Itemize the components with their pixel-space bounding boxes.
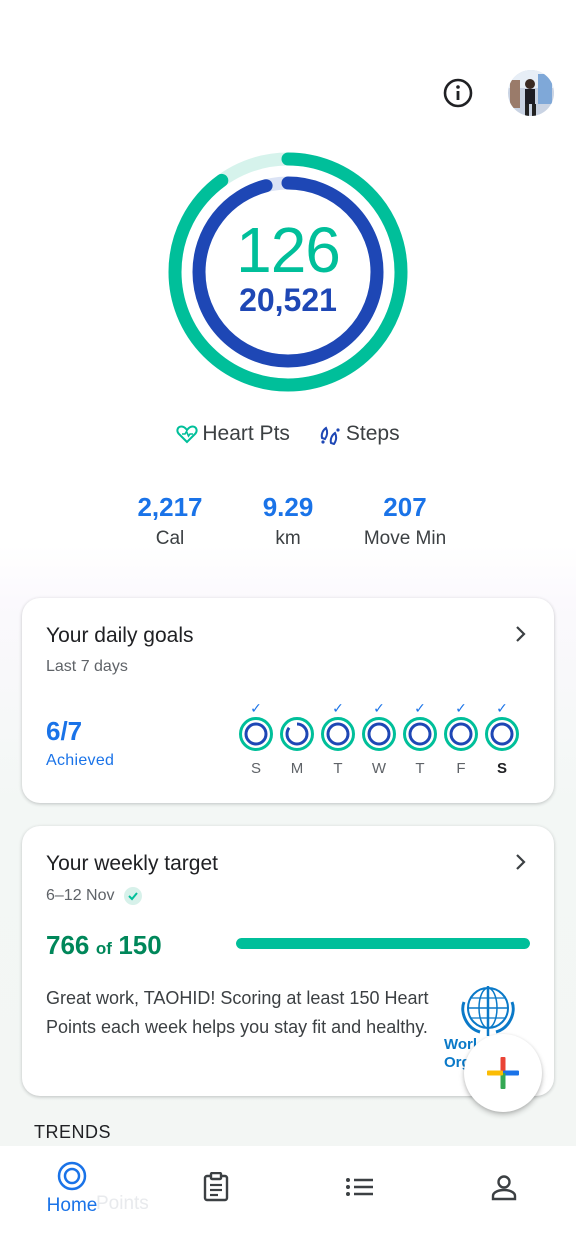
day-goal-5: ✓ F: [443, 700, 479, 777]
day-label: T: [415, 760, 425, 777]
nav-journal[interactable]: [144, 1146, 288, 1248]
profile-icon: [491, 1175, 517, 1201]
chevron-right-icon[interactable]: [514, 852, 528, 872]
steps-value: 20,521: [239, 282, 337, 318]
day-ring: [485, 717, 519, 751]
weekly-progress-bar: [236, 938, 530, 949]
day-ring: [280, 717, 314, 751]
weekly-score: 766 of 150: [46, 930, 162, 961]
day-goal-2: ✓ T: [320, 700, 356, 777]
legend-steps: Steps: [318, 422, 400, 446]
check-icon: ✓: [332, 700, 344, 716]
legend-heart-points: Heart Pts: [176, 422, 290, 446]
footsteps-icon: [320, 426, 340, 445]
check-icon: ✓: [414, 700, 426, 716]
daily-goals-subtitle: Last 7 days: [46, 658, 128, 675]
day-ring: [321, 717, 355, 751]
weekly-target-title: Your weekly target: [46, 852, 218, 875]
top-bar: [442, 70, 554, 116]
check-icon: ✓: [455, 700, 467, 716]
move-minutes-value: 207: [383, 492, 427, 522]
weekly-of: of: [95, 939, 112, 958]
weekly-progress-fill: [236, 938, 530, 949]
day-ring: [362, 717, 396, 751]
legend-heart-label: Heart Pts: [202, 422, 290, 445]
day-goal-4: ✓ T: [402, 700, 438, 777]
info-icon[interactable]: [442, 77, 474, 109]
nav-profile[interactable]: [432, 1146, 576, 1248]
browse-icon: [346, 1178, 373, 1196]
legend-steps-label: Steps: [345, 422, 400, 445]
day-label: S: [496, 760, 507, 777]
stat-move-minutes: 207 Move Min: [335, 493, 475, 550]
goals-achieved-count: 6/7: [46, 716, 83, 746]
move-minutes-label: Move Min: [363, 527, 447, 549]
day-label: T: [333, 760, 343, 777]
home-icon: [57, 1161, 87, 1191]
trends-heading: TRENDS: [34, 1122, 112, 1142]
profile-avatar[interactable]: [508, 70, 554, 116]
nav-browse[interactable]: [288, 1146, 432, 1248]
weekly-current: 766: [46, 930, 90, 960]
chevron-right-icon[interactable]: [514, 624, 528, 644]
day-label: M: [290, 760, 304, 777]
check-icon: ✓: [373, 700, 385, 716]
heart-points-value: 126: [236, 214, 341, 286]
weekly-date-range: 6–12 Nov: [46, 887, 115, 904]
weekly-message: Great work, TAOHID! Scoring at least 150…: [46, 988, 429, 1037]
day-goal-1: M: [279, 700, 315, 777]
day-label: F: [456, 760, 466, 777]
week-days: ✓ S M ✓ T ✓ W ✓ T ✓ F ✓ S: [238, 700, 520, 777]
day-goal-0: ✓ S: [238, 700, 274, 777]
nav-home-label: Home: [46, 1195, 98, 1216]
add-icon: [487, 1057, 519, 1089]
check-icon: ✓: [250, 700, 262, 716]
rings-legend: Heart Pts Steps: [0, 422, 576, 446]
goals-achieved-label: Achieved: [46, 752, 115, 769]
weekly-target-date: 6–12 Nov: [46, 886, 143, 906]
day-ring: [239, 717, 273, 751]
day-ring: [444, 717, 478, 751]
day-goal-3: ✓ W: [361, 700, 397, 777]
day-label: W: [371, 760, 387, 777]
check-badge-icon: [123, 887, 142, 905]
day-label: S: [250, 760, 261, 777]
bottom-navigation: Home: [0, 1146, 576, 1248]
activity-rings[interactable]: 126 20,521: [168, 152, 408, 392]
day-ring: [403, 717, 437, 751]
journal-icon: [203, 1172, 229, 1202]
ghost-points-label: Points: [96, 1193, 149, 1214]
daily-goals-title: Your daily goals: [46, 624, 194, 647]
day-goal-6: ✓ S: [484, 700, 520, 777]
check-icon: ✓: [496, 700, 508, 716]
daily-goals-card[interactable]: Your daily goals Last 7 days 6/7 Achieve…: [22, 598, 554, 803]
add-activity-button[interactable]: [464, 1034, 542, 1112]
heart-icon: [176, 425, 198, 444]
weekly-goal: 150: [118, 930, 162, 960]
